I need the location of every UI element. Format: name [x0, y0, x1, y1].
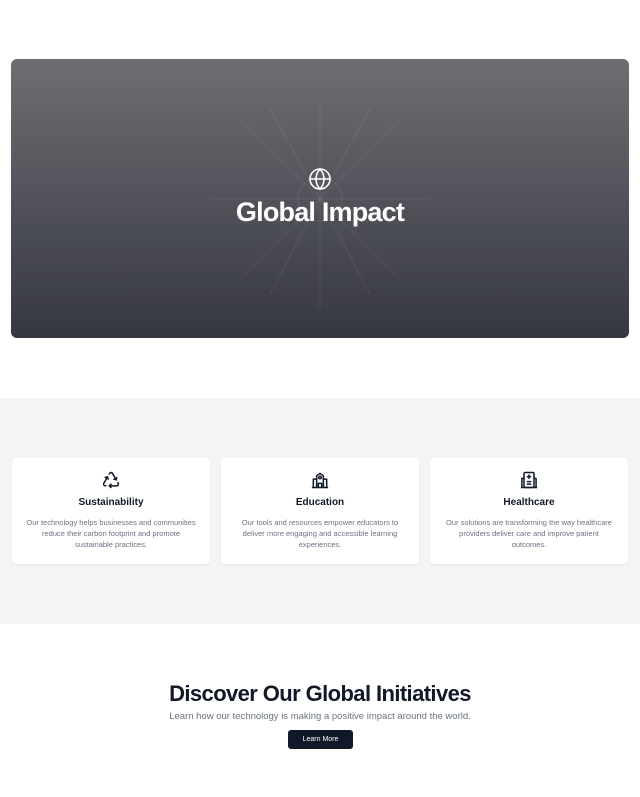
feature-card-healthcare: Healthcare Our solutions are transformin…	[430, 458, 628, 564]
school-icon	[311, 472, 329, 489]
cta-title: Discover Our Global Initiatives	[169, 681, 471, 706]
recycle-icon	[102, 471, 120, 489]
hero-banner: Global Impact	[11, 59, 629, 338]
feature-card-sustainability: Sustainability Our technology helps busi…	[12, 458, 210, 564]
feature-title: Healthcare	[503, 497, 555, 508]
features-section: Sustainability Our technology helps busi…	[0, 398, 640, 624]
feature-title: Sustainability	[78, 497, 144, 508]
page: Global Impact Sustainability Our technol…	[0, 0, 640, 797]
feature-description: Our technology helps businesses and comm…	[26, 518, 196, 549]
feature-card-education: Education Our tools and resources empowe…	[221, 458, 419, 564]
hospital-icon	[520, 471, 538, 489]
feature-title: Education	[295, 497, 345, 508]
hero-content: Global Impact	[11, 59, 629, 338]
feature-description: Our tools and resources empower educator…	[241, 518, 399, 549]
learn-more-button[interactable]: Learn More	[288, 730, 353, 749]
globe-icon	[309, 168, 331, 190]
hero-title: Global Impact	[235, 197, 405, 227]
feature-description: Our solutions are transforming the way h…	[446, 518, 612, 549]
cta-subtitle: Learn how our technology is making a pos…	[169, 711, 471, 722]
